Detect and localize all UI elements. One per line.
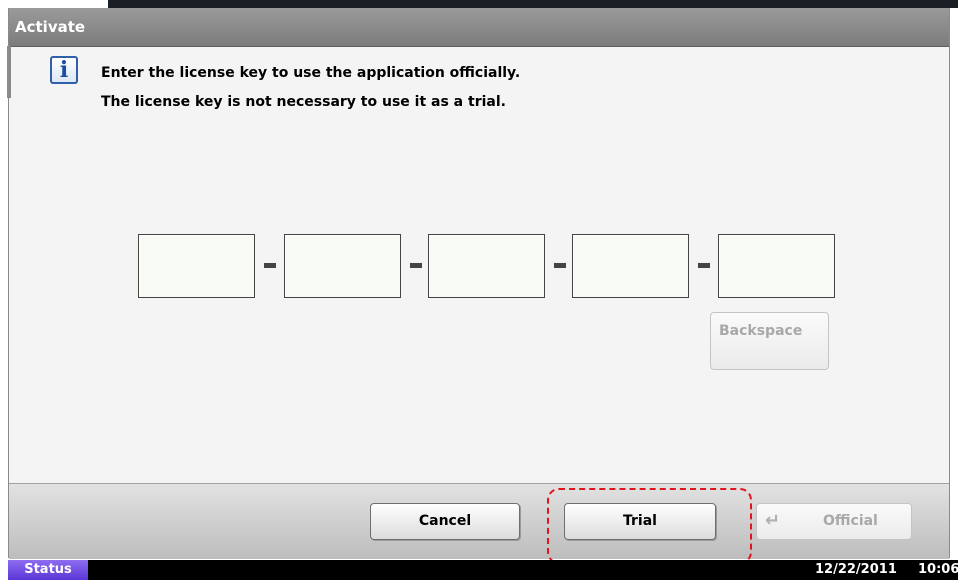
scroll-grip [7,46,11,98]
time-display: 10:06 [918,562,958,577]
message-line-1: Enter the license key to use the applica… [101,65,521,81]
license-key-field-3[interactable] [428,234,545,298]
message-line-2: The license key is not necessary to use … [101,94,506,110]
license-key-field-4[interactable] [572,234,689,298]
license-key-field-2[interactable] [284,234,401,298]
key-separator [698,263,710,268]
date-display: 12/22/2011 [815,562,897,577]
backspace-button[interactable]: Backspace [710,312,829,370]
official-button[interactable]: ↵ Official [756,503,912,540]
status-label: Status [24,562,72,577]
cancel-label: Cancel [418,513,472,529]
trial-label: Trial [623,513,657,529]
info-icon: i [50,56,78,84]
trial-button[interactable]: Trial [564,503,716,540]
key-separator [264,263,276,268]
license-key-field-1[interactable] [138,234,255,298]
cancel-button[interactable]: Cancel [370,503,520,540]
window-title: Activate [15,18,86,36]
backspace-label: Backspace [719,323,803,339]
official-label: Official [823,513,878,529]
key-separator [410,263,422,268]
enter-icon: ↵ [765,510,781,531]
title-bar: Activate [9,8,949,47]
license-key-field-5[interactable] [718,234,835,298]
key-separator [554,263,566,268]
status-button[interactable]: Status [8,560,88,580]
top-strip [108,0,958,8]
